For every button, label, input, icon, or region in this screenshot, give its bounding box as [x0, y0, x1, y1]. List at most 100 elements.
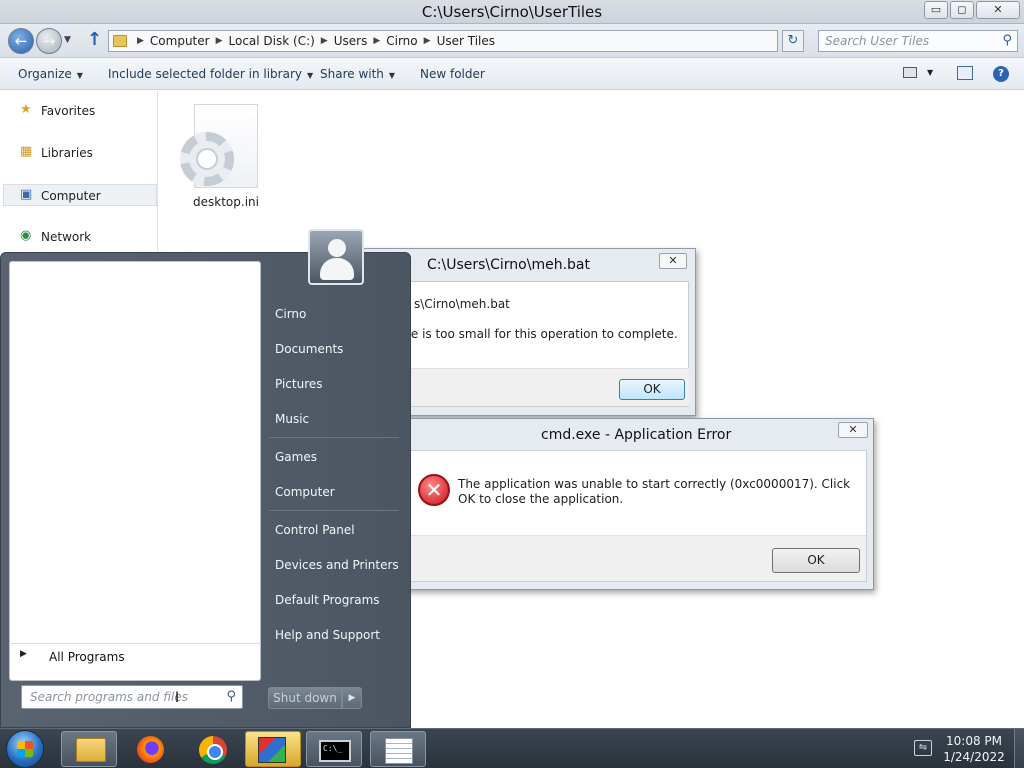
menu-divider — [269, 510, 399, 511]
maximize-button[interactable]: ◻ — [950, 1, 974, 19]
nav-item-computer[interactable]: ▣ Computer — [3, 184, 157, 206]
show-desktop-button[interactable] — [1014, 729, 1024, 768]
start-menu: ▶ All Programs Search programs and files… — [0, 229, 411, 728]
start-item-default-programs[interactable]: Default Programs — [275, 593, 380, 607]
firefox-icon — [137, 736, 164, 763]
minimize-button[interactable]: ▭ — [924, 1, 948, 19]
share-with-button[interactable]: Share with ▼ — [320, 67, 395, 81]
ok-button[interactable]: OK — [619, 379, 685, 400]
taskbar-setup[interactable] — [245, 731, 301, 767]
start-item-cirno[interactable]: Cirno — [275, 307, 306, 321]
refresh-button[interactable]: ↻ — [782, 30, 804, 52]
close-button[interactable]: ✕ — [976, 1, 1020, 19]
search-input[interactable]: Search User Tiles ⚲ — [818, 30, 1018, 52]
shut-down-options-button[interactable]: ▶ — [342, 687, 362, 709]
triangle-right-icon: ▶ — [20, 649, 27, 659]
start-button[interactable] — [6, 730, 44, 768]
breadcrumb-cirno[interactable]: Cirno — [386, 34, 417, 48]
nav-item-favorites[interactable]: ★ Favorites — [0, 100, 157, 122]
clock-time[interactable]: 10:08 PM — [940, 734, 1008, 748]
shut-down-button[interactable]: Shut down — [268, 687, 342, 709]
breadcrumb-user-tiles[interactable]: User Tiles — [437, 34, 495, 48]
programs-list — [9, 261, 261, 681]
nav-item-label: Network — [41, 230, 92, 244]
folder-icon — [76, 738, 106, 762]
help-icon[interactable]: ? — [993, 66, 1009, 82]
arrow-left-icon: ← — [14, 32, 28, 50]
forward-button[interactable]: → — [36, 28, 62, 54]
computer-icon: ▣ — [20, 187, 33, 202]
start-item-games[interactable]: Games — [275, 450, 317, 464]
breadcrumb-computer[interactable]: Computer — [150, 34, 210, 48]
organize-button[interactable]: Organize ▼ — [18, 67, 83, 81]
dialog-body: ✕ The application was unable to start co… — [391, 450, 867, 582]
new-folder-button[interactable]: New folder — [420, 67, 485, 81]
network-tray-icon[interactable]: ⇋ — [914, 740, 932, 756]
breadcrumb[interactable]: ▶ Computer ▶ Local Disk (C:) ▶ Users ▶ C… — [108, 30, 878, 52]
start-item-devices-printers[interactable]: Devices and Printers — [275, 558, 399, 572]
organize-label: Organize — [18, 67, 72, 81]
ok-button[interactable]: OK — [772, 548, 860, 573]
start-item-help-support[interactable]: Help and Support — [275, 628, 380, 642]
taskbar-firefox[interactable] — [123, 731, 179, 767]
search-icon[interactable]: ⚲ — [1002, 33, 1012, 48]
dialog-path-text: s\Cirno\meh.bat — [414, 297, 510, 311]
installer-icon — [258, 737, 286, 763]
taskbar-explorer[interactable] — [61, 731, 117, 767]
notepad-icon — [385, 738, 413, 764]
nav-item-network[interactable]: ◉ Network — [0, 226, 157, 248]
taskbar-cmd[interactable]: C:\_ — [306, 731, 362, 767]
file-item[interactable]: desktop.ini — [176, 104, 276, 214]
command-prompt-icon: C:\_ — [319, 740, 351, 762]
taskbar: C:\_ ⇋ 10:08 PM 1/24/2022 — [0, 728, 1024, 768]
command-bar: Organize ▼ Include selected folder in lib… — [0, 58, 1024, 90]
start-item-control-panel[interactable]: Control Panel — [275, 523, 355, 537]
user-picture[interactable] — [308, 229, 364, 285]
share-label: Share with — [320, 67, 384, 81]
clock-date[interactable]: 1/24/2022 — [940, 750, 1008, 764]
chevron-down-icon[interactable]: ▼ — [927, 68, 933, 77]
back-button[interactable]: ← — [8, 28, 34, 54]
chrome-icon — [199, 736, 227, 764]
all-programs-button[interactable]: ▶ All Programs — [9, 643, 261, 669]
breadcrumb-local-disk[interactable]: Local Disk (C:) — [229, 34, 315, 48]
nav-item-label: Computer — [41, 189, 101, 203]
file-name: desktop.ini — [193, 195, 259, 209]
folder-icon — [113, 35, 127, 47]
taskbar-chrome[interactable] — [185, 731, 241, 767]
title-bar[interactable]: C:\Users\Cirno\UserTiles ▭ ◻ ✕ — [0, 0, 1024, 24]
dialog-close-button[interactable]: ✕ — [838, 422, 868, 438]
taskbar-notepad[interactable] — [370, 731, 426, 767]
change-view-icon[interactable] — [903, 67, 917, 78]
start-item-pictures[interactable]: Pictures — [275, 377, 323, 391]
windows-logo-icon — [17, 741, 33, 757]
start-item-documents[interactable]: Documents — [275, 342, 343, 356]
dialog-title: C:\Users\Cirno\meh.bat — [427, 257, 590, 273]
chevron-right-icon[interactable]: ▶ — [373, 36, 380, 46]
library-icon: ▦ — [20, 144, 33, 159]
recent-pages-dropdown[interactable]: ▼ — [64, 35, 71, 45]
chevron-right-icon[interactable]: ▶ — [424, 36, 431, 46]
include-label: Include selected folder in library — [108, 67, 302, 81]
star-icon: ★ — [20, 102, 32, 117]
include-in-library-button[interactable]: Include selected folder in library ▼ — [108, 67, 313, 81]
dialog-message: The application was unable to start corr… — [458, 477, 851, 506]
nav-item-libraries[interactable]: ▦ Libraries — [0, 142, 157, 164]
start-item-music[interactable]: Music — [275, 412, 309, 426]
chevron-right-icon[interactable]: ▶ — [321, 36, 328, 46]
preview-pane-icon[interactable] — [957, 66, 973, 80]
dialog-close-button[interactable]: ✕ — [659, 253, 687, 269]
chevron-right-icon[interactable]: ▶ — [216, 36, 223, 46]
start-search-input[interactable]: Search programs and files ⚲ — [21, 685, 243, 709]
error-icon: ✕ — [418, 474, 450, 506]
breadcrumb-users[interactable]: Users — [334, 34, 368, 48]
window-title: C:\Users\Cirno\UserTiles — [421, 3, 603, 21]
dialog-footer: OK — [369, 368, 689, 406]
user-avatar-head — [328, 239, 346, 257]
up-arrow-icon[interactable]: ↑ — [87, 29, 102, 50]
chevron-right-icon[interactable]: ▶ — [137, 36, 144, 46]
search-icon[interactable]: ⚲ — [226, 689, 236, 704]
chevron-down-icon: ▼ — [76, 71, 83, 80]
start-item-computer[interactable]: Computer — [275, 485, 335, 499]
dialog-footer: OK — [392, 535, 866, 581]
